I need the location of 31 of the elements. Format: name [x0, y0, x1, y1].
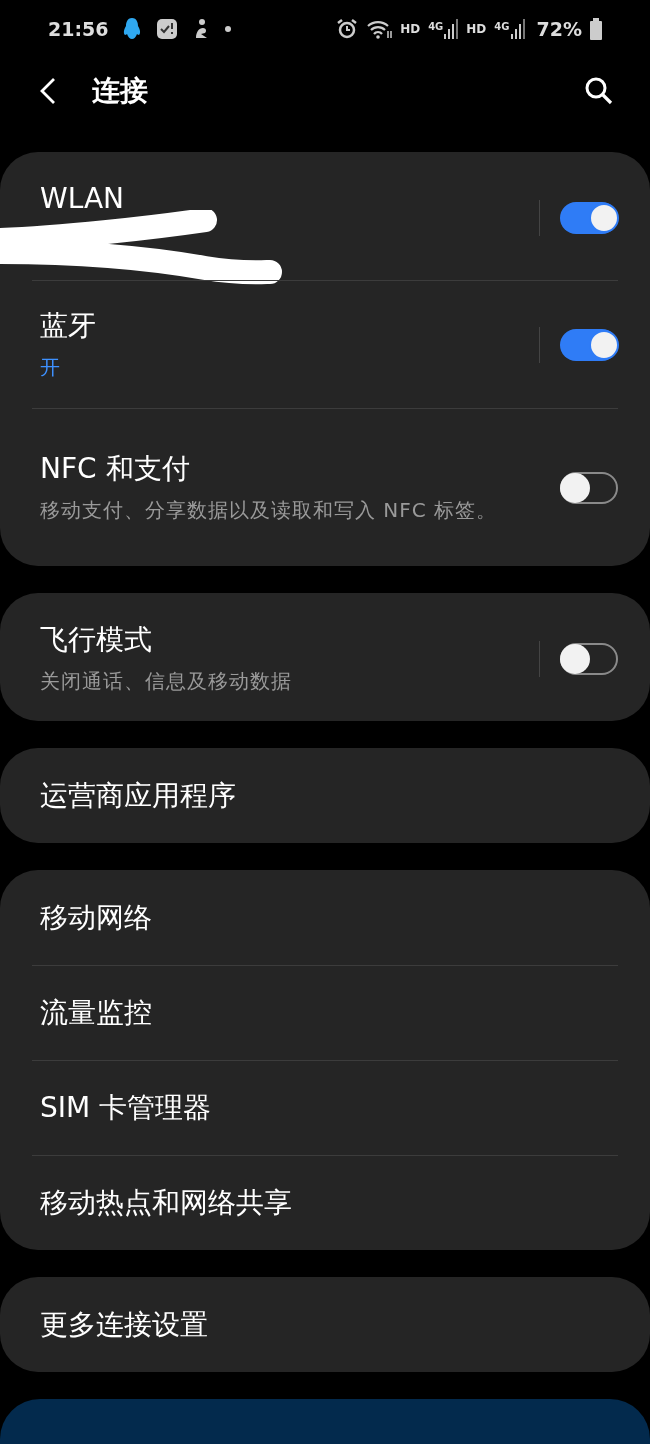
toggle-switch[interactable]	[560, 471, 618, 504]
toggle-switch[interactable]	[560, 643, 618, 675]
checklist-icon	[156, 18, 179, 40]
hd-label: HD	[400, 21, 421, 38]
setting-title[interactable]: 移动热点和网络共享	[40, 1185, 618, 1221]
battery-percentage: 72%	[536, 16, 582, 42]
penguin-icon	[122, 17, 143, 41]
toggle-switch[interactable]	[560, 328, 618, 361]
search-button[interactable]	[584, 76, 614, 106]
setting-title[interactable]: SIM 卡管理器	[40, 1090, 618, 1126]
wifi-icon	[366, 18, 393, 40]
network-type-label: 4G	[494, 20, 510, 34]
signal-icon	[510, 19, 525, 39]
dot-icon	[224, 25, 233, 33]
setting-subtitle: 移动支付、分享数据以及读取和写入 NFC 标签。	[40, 496, 499, 524]
setting-title[interactable]: NFC 和支付	[40, 450, 560, 487]
page-title: 连接	[92, 73, 148, 109]
setting-subtitle: 关闭通话、信息及移动数据	[40, 668, 293, 695]
hd-label: HD	[466, 21, 487, 38]
setting-title[interactable]: 蓝牙	[40, 307, 539, 344]
toggle-switch[interactable]	[560, 202, 618, 234]
setting-title[interactable]: WLAN	[40, 181, 539, 217]
setting-title[interactable]: 移动网络	[40, 899, 618, 936]
status-time: 21:56	[48, 16, 109, 42]
setting-subtitle: 开	[40, 353, 62, 381]
battery-icon	[590, 18, 602, 40]
signal-icon	[444, 19, 459, 39]
setting-title[interactable]: 流量监控	[40, 995, 618, 1031]
alarm-icon	[336, 18, 359, 40]
setting-title[interactable]: 飞行模式	[40, 622, 539, 658]
network-type-label: 4G	[428, 20, 444, 34]
